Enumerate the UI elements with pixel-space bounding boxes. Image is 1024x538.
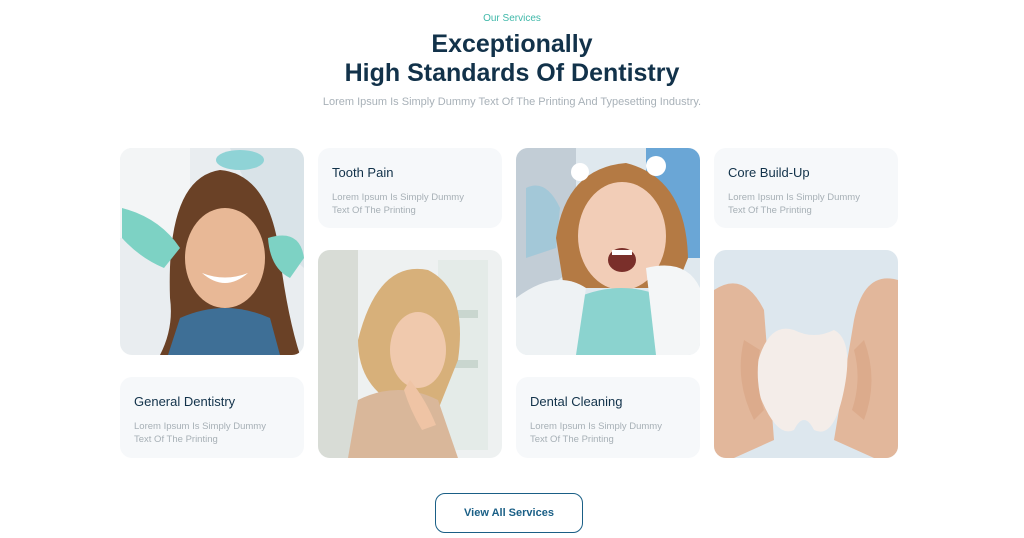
service-card-title: General Dentistry bbox=[134, 394, 236, 409]
service-card-desc: Lorem Ipsum Is Simply Dummy Text Of The … bbox=[134, 421, 266, 445]
photo-hands-tooth-model bbox=[714, 250, 898, 458]
section-title: Exceptionally High Standards Of Dentistr… bbox=[0, 30, 1024, 88]
view-all-services-button[interactable]: View All Services bbox=[435, 493, 583, 533]
photo-girl-dental-exam bbox=[516, 148, 700, 355]
photo-toothache-woman bbox=[318, 250, 502, 458]
photo-smiling-patient bbox=[120, 148, 304, 355]
section-title-line-1: Exceptionally bbox=[431, 30, 593, 58]
service-card-core-build-up[interactable]: Core Build-Up Lorem Ipsum Is Simply Dumm… bbox=[714, 148, 898, 228]
section-title-line-2: High Standards Of Dentistry bbox=[344, 59, 680, 87]
service-card-desc: Lorem Ipsum Is Simply Dummy Text Of The … bbox=[728, 192, 860, 216]
service-card-tooth-pain[interactable]: Tooth Pain Lorem Ipsum Is Simply Dummy T… bbox=[318, 148, 502, 228]
service-card-title: Core Build-Up bbox=[728, 165, 810, 180]
service-card-dental-cleaning[interactable]: Dental Cleaning Lorem Ipsum Is Simply Du… bbox=[516, 377, 700, 458]
section-eyebrow: Our Services bbox=[483, 13, 541, 24]
service-card-desc: Lorem Ipsum Is Simply Dummy Text Of The … bbox=[530, 421, 662, 445]
service-card-desc: Lorem Ipsum Is Simply Dummy Text Of The … bbox=[332, 192, 464, 216]
service-card-title: Dental Cleaning bbox=[530, 394, 623, 409]
service-card-general-dentistry[interactable]: General Dentistry Lorem Ipsum Is Simply … bbox=[120, 377, 304, 458]
service-card-title: Tooth Pain bbox=[332, 165, 394, 180]
section-subtitle: Lorem Ipsum Is Simply Dummy Text Of The … bbox=[322, 96, 702, 108]
